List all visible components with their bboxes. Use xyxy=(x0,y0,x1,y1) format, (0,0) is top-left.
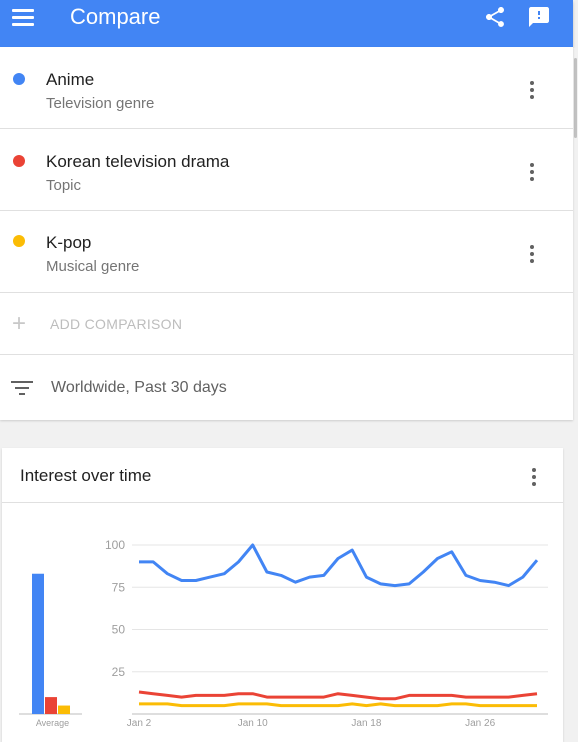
term-row-anime[interactable]: Anime Television genre xyxy=(0,47,573,129)
feedback-icon[interactable] xyxy=(527,5,551,29)
y-tick-label: 50 xyxy=(112,623,126,637)
term-color-dot xyxy=(13,155,25,167)
y-tick-label: 25 xyxy=(112,665,126,679)
term-name: K-pop xyxy=(46,233,92,252)
share-icon[interactable] xyxy=(483,5,507,29)
series-line-0 xyxy=(139,543,539,588)
term-color-dot xyxy=(13,235,25,247)
interest-over-time-card: Interest over time 100 75 50 25 Jan 2 Jan 10 J… xyxy=(2,448,563,742)
add-comparison-button[interactable]: + ADD COMPARISON xyxy=(0,292,573,355)
average-label: Average xyxy=(36,718,69,728)
average-bar-2 xyxy=(58,705,70,714)
filter-row[interactable]: Worldwide, Past 30 days xyxy=(0,355,573,419)
more-vert-icon[interactable] xyxy=(527,245,537,267)
x-tick-label: Jan 2 xyxy=(127,718,152,729)
x-tick-label: Jan 10 xyxy=(238,718,268,729)
term-color-dot xyxy=(13,73,25,85)
term-type: Topic xyxy=(46,177,82,194)
y-tick-label: 100 xyxy=(105,538,125,552)
term-type: Television genre xyxy=(46,95,155,112)
term-name: Anime xyxy=(46,70,95,89)
term-row-korean-drama[interactable]: Korean television drama Topic xyxy=(0,129,573,211)
scrollbar-thumb[interactable] xyxy=(574,58,577,138)
filter-icon xyxy=(11,381,33,397)
average-bar-1 xyxy=(45,697,57,714)
more-vert-icon[interactable] xyxy=(527,81,537,103)
x-tick-label: Jan 26 xyxy=(465,718,495,729)
add-comparison-label: ADD COMPARISON xyxy=(50,316,183,332)
plus-icon: + xyxy=(12,310,27,337)
interest-chart: 100 75 50 25 Jan 2 Jan 10 Jan 18 Jan 26 Average xyxy=(19,538,548,729)
series-line-1 xyxy=(138,690,538,701)
term-row-kpop[interactable]: K-pop Musical genre xyxy=(0,211,573,293)
term-type: Musical genre xyxy=(46,258,140,275)
search-terms-panel: Anime Television genre Korean television… xyxy=(0,47,573,420)
page-title: Compare xyxy=(70,4,161,29)
filter-label: Worldwide, Past 30 days xyxy=(51,379,227,396)
term-name: Korean television drama xyxy=(46,152,230,171)
app-bar: Compare xyxy=(0,0,573,47)
menu-icon[interactable] xyxy=(12,9,36,27)
more-vert-icon[interactable] xyxy=(527,163,537,185)
average-bar-0 xyxy=(32,573,44,714)
x-tick-label: Jan 18 xyxy=(351,718,381,729)
scrollbar[interactable] xyxy=(573,48,578,742)
y-tick-label: 75 xyxy=(112,580,126,594)
series-line-2 xyxy=(139,702,537,708)
